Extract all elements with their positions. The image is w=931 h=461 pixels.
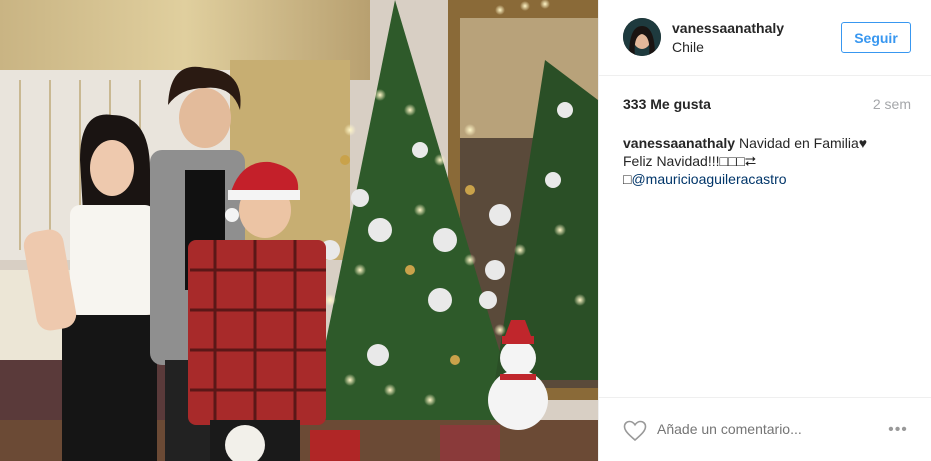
avatar[interactable]	[623, 18, 661, 56]
location[interactable]: Chile	[672, 39, 704, 55]
post-photo[interactable]	[0, 0, 598, 461]
caption-username[interactable]: vanessaanathaly	[623, 135, 735, 151]
post-header: vanessaanathaly Chile Seguir	[599, 0, 931, 76]
avatar-image	[623, 18, 661, 56]
caption-text-1: Navidad en Familia♥	[738, 135, 868, 151]
more-options-icon[interactable]: •••	[885, 420, 911, 440]
christmas-family-photo	[0, 0, 598, 461]
post-timestamp[interactable]: 2 sem	[873, 96, 911, 112]
caption-line-1: vanessaanathaly Navidad en Familia♥	[623, 134, 911, 152]
post-caption: vanessaanathaly Navidad en Familia♥ Feli…	[623, 134, 911, 188]
username[interactable]: vanessaanathaly	[672, 20, 784, 36]
caption-line-3: □@mauricioaguileracastro	[623, 170, 911, 188]
post-stats: 333 Me gusta 2 sem	[623, 96, 911, 116]
caption-text-2: Feliz Navidad!!!□□□⮂	[623, 153, 757, 169]
comment-bar: •••	[599, 397, 931, 461]
post-side-panel: vanessaanathaly Chile Seguir 333 Me gust…	[598, 0, 931, 461]
mention-link[interactable]: @mauricioaguileracastro	[631, 171, 786, 187]
like-count[interactable]: 333 Me gusta	[623, 96, 711, 112]
comment-input[interactable]	[657, 421, 857, 437]
follow-button[interactable]: Seguir	[841, 22, 911, 53]
heart-outline-icon[interactable]	[623, 420, 647, 442]
